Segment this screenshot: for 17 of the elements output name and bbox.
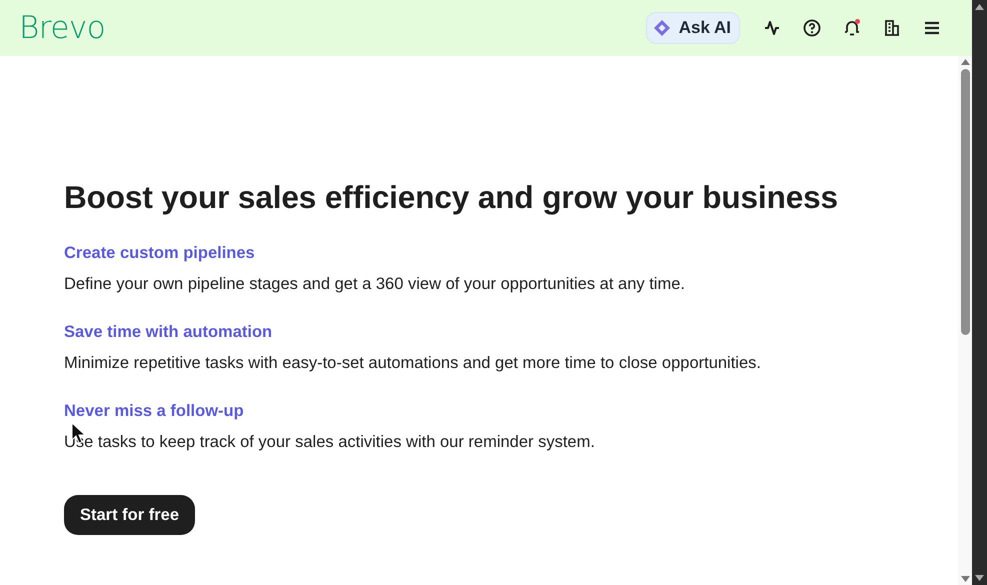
- feature-title: Never miss a follow-up: [64, 402, 244, 421]
- page-heading: Boost your sales efficiency and grow your business: [64, 179, 839, 216]
- activity-icon[interactable]: [764, 20, 780, 36]
- ask-ai-button[interactable]: Ask AI: [646, 12, 740, 44]
- help-icon[interactable]: [803, 19, 821, 37]
- building-icon[interactable]: [884, 20, 900, 36]
- diamond-icon: [652, 19, 671, 37]
- scrollbar-thumb[interactable]: [960, 69, 970, 335]
- feature-title: Create custom pipelines: [64, 244, 255, 263]
- feature-description: Minimize repetitive tasks with easy-to-set automations and get more time to close opportunities.: [64, 354, 762, 373]
- menu-icon[interactable]: [924, 21, 940, 35]
- bell-icon[interactable]: [843, 19, 861, 37]
- feature-title: Save time with automation: [64, 323, 272, 342]
- feature-description: Define your own pipeline stages and get a 360 view of your opportunities at any time.: [64, 275, 686, 294]
- scroll-up-icon[interactable]: [975, 4, 984, 10]
- scroll-up-icon[interactable]: [960, 59, 970, 65]
- start-for-free-button[interactable]: Start for free: [64, 495, 196, 535]
